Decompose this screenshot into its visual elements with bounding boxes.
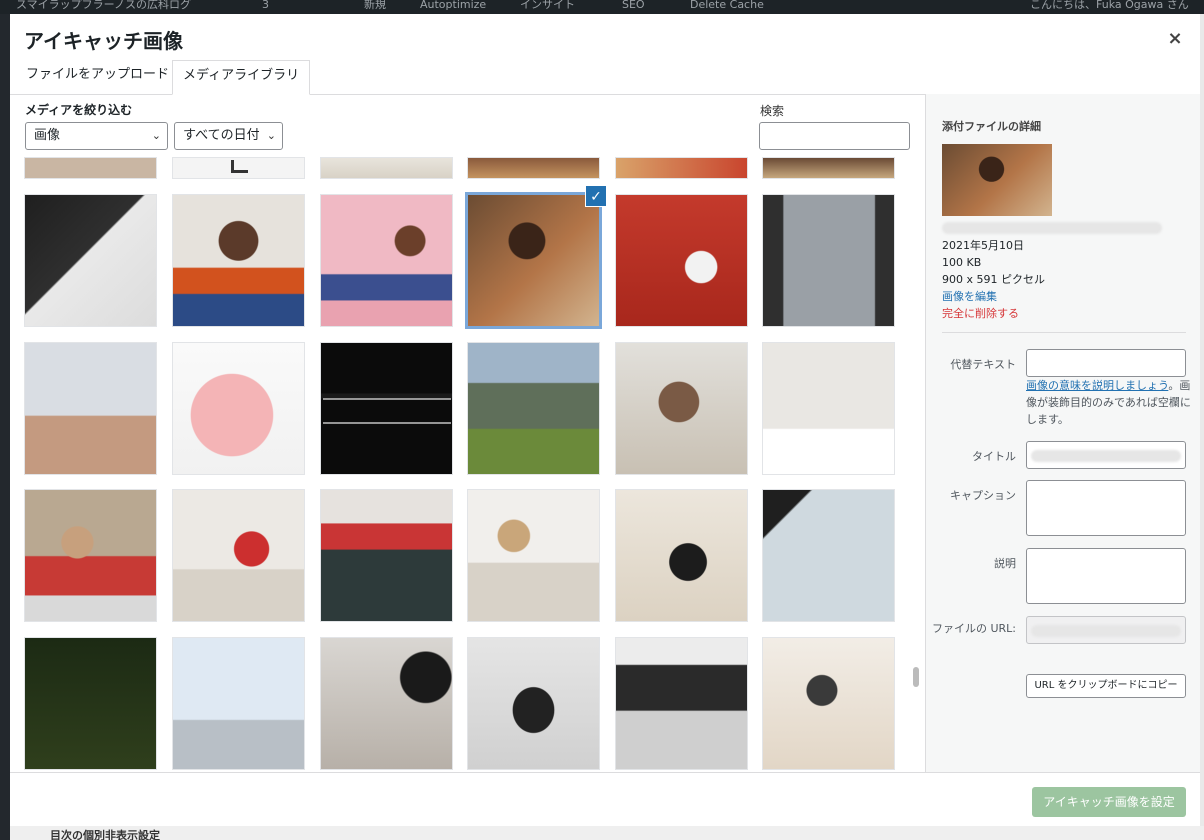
media-item[interactable]: [320, 157, 453, 179]
modal-title: アイキャッチ画像: [24, 29, 183, 53]
tab-media-library[interactable]: メディアライブラリ: [172, 60, 311, 95]
media-item-selected[interactable]: [465, 192, 602, 329]
search-input[interactable]: [759, 122, 910, 150]
title-redacted: [1031, 450, 1181, 462]
search-label: 検索: [760, 104, 785, 118]
alt-text-help-link[interactable]: 画像の意味を説明しましょう: [1026, 379, 1168, 392]
title-label: タイトル: [972, 450, 1016, 463]
media-item-graphic: [231, 160, 248, 173]
attachment-dimensions: 900 x 591 ピクセル: [942, 273, 1045, 286]
alt-text-help: 画像の意味を説明しましょう。画像が装飾目的のみであれば空欄にします。: [1026, 377, 1191, 428]
details-divider: [942, 332, 1186, 333]
media-item[interactable]: [172, 157, 305, 179]
media-type-select[interactable]: 画像 ⌄: [25, 122, 168, 150]
filename-redacted: [942, 222, 1162, 234]
date-filter-select[interactable]: すべての日付 ⌄: [174, 122, 283, 150]
media-item[interactable]: [320, 489, 453, 622]
attachment-size: 100 KB: [942, 256, 982, 269]
page-background: [1200, 14, 1204, 826]
media-modal: アイキャッチ画像 × ファイルをアップロード メディアライブラリ メディアを絞り…: [10, 14, 1200, 826]
admin-cache[interactable]: Delete Cache: [690, 0, 764, 10]
caption-textarea[interactable]: [1026, 480, 1186, 536]
edit-image-link[interactable]: 画像を編集: [942, 288, 997, 305]
date-filter-value: すべての日付: [183, 128, 260, 143]
background-footer-text: 目次の個別非表示設定: [50, 829, 160, 840]
admin-new[interactable]: 新規: [364, 0, 386, 10]
admin-insight[interactable]: インサイト: [520, 0, 575, 10]
chevron-down-icon: ⌄: [266, 129, 276, 142]
media-item[interactable]: [24, 194, 157, 327]
media-item[interactable]: [320, 342, 453, 475]
neon-sign-graphic: [323, 398, 451, 424]
media-item[interactable]: [467, 489, 600, 622]
media-item[interactable]: [762, 637, 895, 770]
admin-sidebar: [0, 14, 10, 840]
file-url-label: ファイルの URL:: [931, 622, 1016, 635]
media-item[interactable]: [24, 342, 157, 475]
admin-seo[interactable]: SEO: [622, 0, 645, 10]
media-item[interactable]: [762, 194, 895, 327]
file-url-input[interactable]: [1026, 616, 1186, 644]
attachment-thumbnail: [942, 144, 1052, 216]
copy-url-button[interactable]: URL をクリップボードにコピー: [1026, 674, 1186, 698]
media-item[interactable]: [320, 637, 453, 770]
title-input[interactable]: [1026, 441, 1186, 469]
media-item[interactable]: [615, 194, 748, 327]
media-item[interactable]: [172, 342, 305, 475]
media-item[interactable]: [172, 489, 305, 622]
media-item[interactable]: [615, 342, 748, 475]
admin-bar: スマイラップフラーノスの広科ログ 3 新規 Autoptimize インサイト …: [0, 0, 1204, 14]
media-item[interactable]: [467, 637, 600, 770]
attachment-details-heading: 添付ファイルの詳細: [942, 120, 1041, 133]
media-grid: [10, 157, 918, 772]
delete-permanently-link[interactable]: 完全に削除する: [942, 305, 1019, 322]
admin-site-name[interactable]: スマイラップフラーノスの広科ログ: [16, 0, 191, 10]
media-item[interactable]: [172, 194, 305, 327]
media-item[interactable]: [615, 489, 748, 622]
caption-label: キャプション: [950, 489, 1016, 502]
alt-text-input[interactable]: [1026, 349, 1186, 377]
media-item[interactable]: [615, 637, 748, 770]
media-item[interactable]: [24, 637, 157, 770]
tab-upload-files[interactable]: ファイルをアップロード: [16, 60, 179, 94]
attachment-date: 2021年5月10日: [942, 239, 1024, 252]
media-item[interactable]: [467, 157, 600, 179]
selected-check-icon[interactable]: ✓: [585, 185, 607, 207]
media-item[interactable]: [762, 157, 895, 179]
admin-autoptimize[interactable]: Autoptimize: [420, 0, 486, 10]
media-type-value: 画像: [34, 128, 61, 143]
media-item[interactable]: [24, 489, 157, 622]
modal-tabs: ファイルをアップロード メディアライブラリ: [10, 60, 1200, 95]
background-footer: 目次の個別非表示設定: [10, 826, 1204, 840]
grid-scrollbar[interactable]: [913, 667, 919, 687]
alt-text-help-suffix: 。: [1168, 379, 1180, 392]
description-label: 説明: [994, 557, 1016, 570]
media-item[interactable]: [24, 157, 157, 179]
admin-greeting[interactable]: こんにちは、Fuka Ogawa さん: [1030, 0, 1189, 10]
chevron-down-icon: ⌄: [151, 129, 161, 142]
media-item[interactable]: [320, 194, 453, 327]
media-item[interactable]: [172, 637, 305, 770]
modal-footer: アイキャッチ画像を設定: [10, 772, 1200, 826]
media-item[interactable]: [615, 157, 748, 179]
description-textarea[interactable]: [1026, 548, 1186, 604]
filter-label: メディアを絞り込む: [25, 103, 133, 117]
media-item[interactable]: [762, 489, 895, 622]
url-redacted: [1031, 625, 1181, 637]
set-featured-image-button[interactable]: アイキャッチ画像を設定: [1032, 787, 1186, 817]
media-item[interactable]: [467, 342, 600, 475]
media-item[interactable]: [762, 342, 895, 475]
attachment-details-panel: 添付ファイルの詳細 2021年5月10日 100 KB 900 x 591 ピク…: [925, 94, 1200, 772]
admin-updates[interactable]: 3: [262, 0, 269, 10]
close-icon[interactable]: ×: [1162, 26, 1188, 52]
alt-text-label: 代替テキスト: [950, 358, 1016, 371]
